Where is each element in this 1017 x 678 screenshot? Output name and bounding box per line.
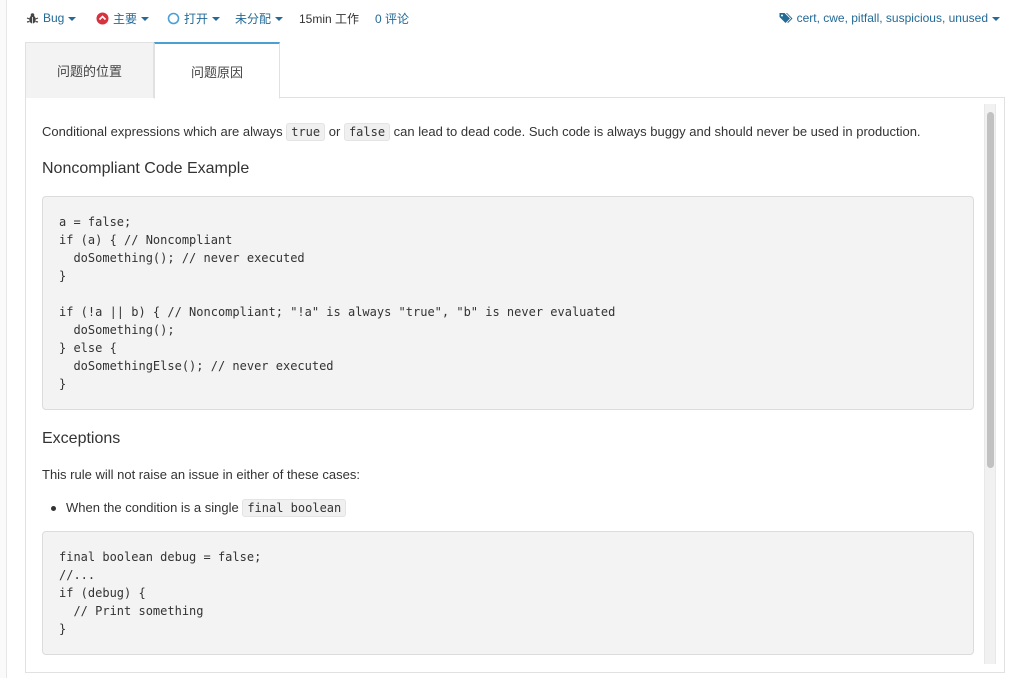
intro-text-part: can lead to dead code. Such code is alwa… [390, 124, 921, 139]
exceptions-heading: Exceptions [42, 430, 121, 447]
tags-icon [779, 13, 793, 23]
exceptions-list: When the condition is a single final boo… [26, 499, 974, 517]
status-label: 打开 [184, 11, 209, 26]
major-severity-icon [96, 12, 109, 24]
list-item-text: When the condition is a single [66, 500, 243, 515]
intro-text-part: or [325, 124, 344, 139]
intro-text-part: Conditional expressions which are always [42, 124, 287, 139]
scrollbar-thumb[interactable] [987, 112, 994, 468]
status-dropdown[interactable]: 打开 [167, 8, 221, 28]
noncompliant-code-block: a = false; if (a) { // Noncompliant doSo… [42, 196, 974, 410]
rule-description-panel: Conditional expressions which are always… [25, 98, 1005, 673]
chevron-down-icon [141, 16, 150, 21]
exceptions-text: This rule will not raise an issue in eit… [42, 467, 360, 482]
issue-type-dropdown[interactable]: Bug [26, 8, 77, 28]
left-sidebar-edge [0, 0, 7, 678]
assignee-label: 未分配 [235, 11, 272, 26]
chevron-down-icon [68, 16, 77, 21]
chevron-down-icon [212, 16, 221, 21]
scrollbar[interactable] [984, 104, 996, 664]
list-item: When the condition is a single final boo… [26, 499, 974, 517]
severity-dropdown[interactable]: 主要 [96, 8, 150, 28]
tags-dropdown[interactable]: cert, cwe, pitfall, suspicious, unused [779, 8, 1000, 28]
inline-code-final-boolean: final boolean [242, 499, 347, 517]
issue-type-label: Bug [43, 11, 65, 25]
exception-code-block: final boolean debug = false; //... if (d… [42, 531, 974, 655]
rule-tabs: 问题的位置 问题原因 [25, 42, 1005, 99]
open-status-icon [167, 12, 180, 24]
bug-icon [26, 12, 39, 23]
noncompliant-heading: Noncompliant Code Example [42, 160, 250, 177]
inline-code-false: false [343, 123, 391, 141]
tab-issue-location[interactable]: 问题的位置 [25, 42, 154, 98]
inline-code-true: true [286, 123, 326, 141]
effort-value: 15min 工作 [299, 11, 360, 26]
assignee-dropdown[interactable]: 未分配 [235, 8, 284, 28]
rule-intro-text: Conditional expressions which are always… [42, 123, 974, 141]
issue-meta-bar: Bug 主要 打开 未分配 15min 工作 0 评论 cert, cwe, p… [26, 8, 1006, 28]
rule-description: Conditional expressions which are always… [42, 98, 974, 655]
chevron-down-icon [275, 16, 284, 21]
severity-label: 主要 [113, 11, 138, 26]
tags-label: cert, cwe, pitfall, suspicious, unused [796, 11, 988, 25]
tab-issue-cause[interactable]: 问题原因 [154, 42, 280, 99]
chevron-down-icon [992, 16, 1000, 21]
comments-link[interactable]: 0 评论 [375, 8, 409, 28]
